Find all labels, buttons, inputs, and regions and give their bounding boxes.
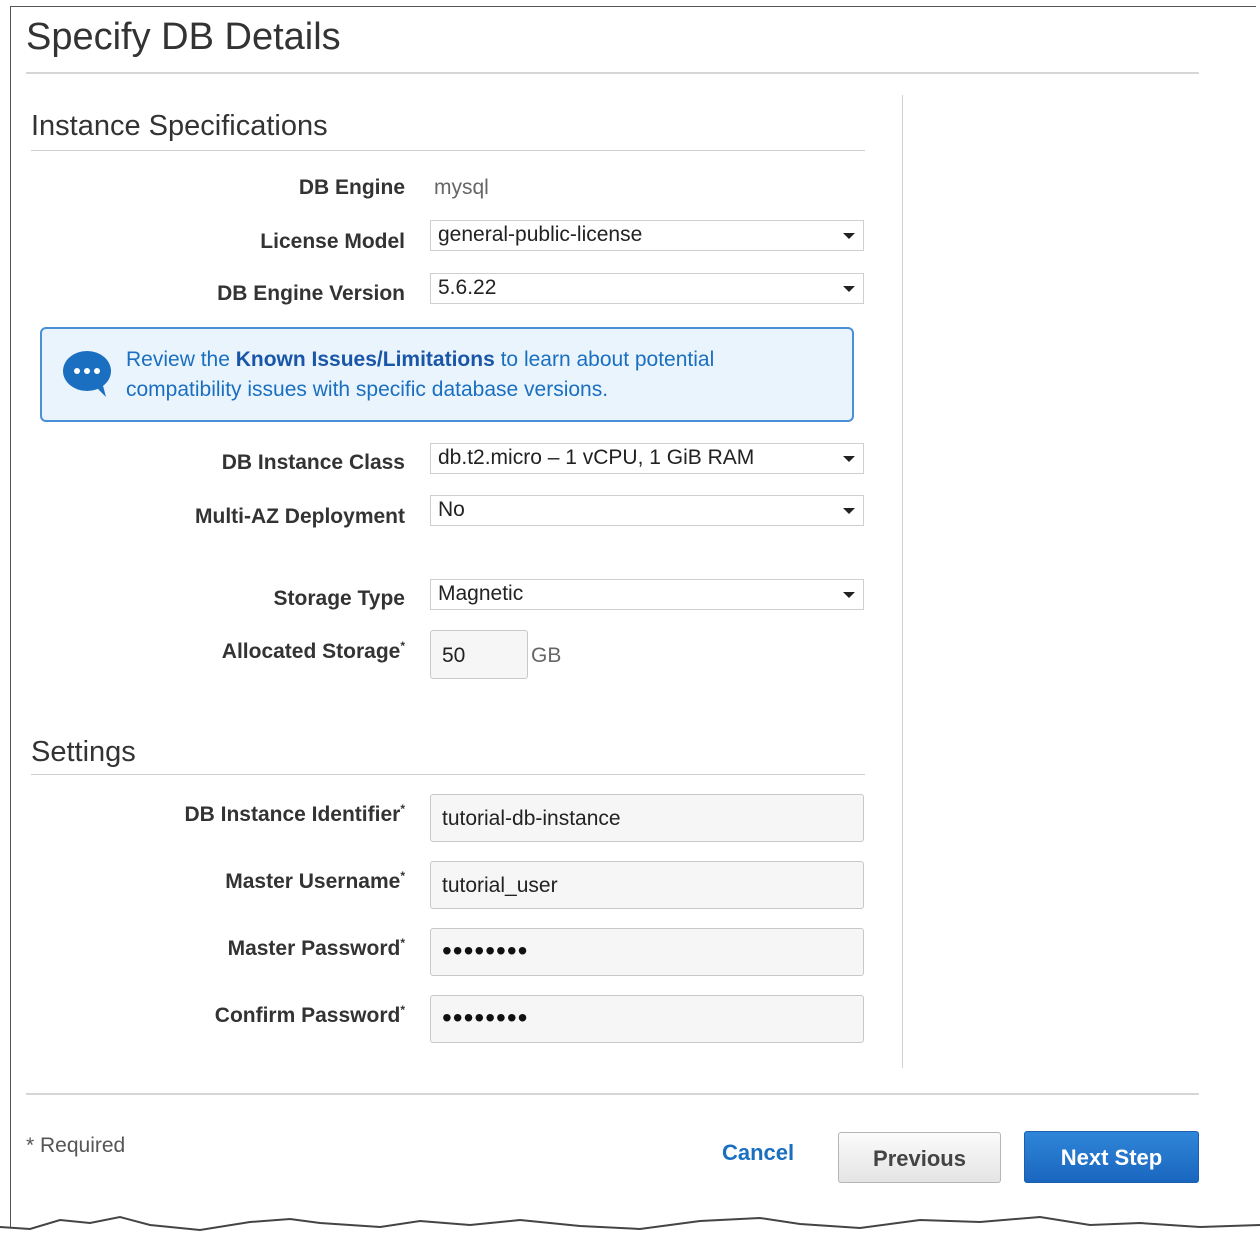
master-password-input[interactable]: •••••••• (430, 928, 864, 976)
section-title-instance-specifications: Instance Specifications (31, 110, 328, 142)
db-instance-class-label: DB Instance Class (221, 451, 405, 474)
previous-button[interactable]: Previous (838, 1132, 1001, 1183)
known-issues-link[interactable]: Known Issues/Limitations (236, 348, 495, 371)
license-model-select[interactable]: general-public-license (430, 220, 864, 251)
caret-down-icon (843, 286, 855, 292)
section-title-settings: Settings (31, 736, 136, 768)
master-username-input[interactable]: tutorial_user (430, 861, 864, 909)
section-divider (31, 774, 865, 775)
caret-down-icon (843, 592, 855, 598)
license-model-label: License Model (260, 230, 405, 253)
caret-down-icon (843, 456, 855, 462)
storage-type-label: Storage Type (273, 587, 405, 610)
alert-text: Review the Known Issues/Limitations to l… (126, 345, 826, 405)
db-instance-identifier-input[interactable]: tutorial-db-instance (430, 794, 864, 842)
master-username-value: tutorial_user (442, 874, 558, 897)
master-password-label: Master Password* (227, 936, 405, 960)
allocated-storage-label-text: Allocated Storage (221, 640, 401, 663)
torn-edge (0, 1215, 1260, 1233)
section-divider (31, 150, 865, 151)
known-issues-alert: Review the Known Issues/Limitations to l… (40, 327, 854, 422)
caret-down-icon (843, 508, 855, 514)
db-instance-identifier-label: DB Instance Identifier* (184, 802, 405, 826)
page-frame (10, 6, 1256, 1229)
confirm-password-input[interactable]: •••••••• (430, 995, 864, 1043)
page-title: Specify DB Details (26, 16, 341, 58)
caret-down-icon (843, 233, 855, 239)
storage-unit: GB (531, 644, 562, 667)
master-username-label-text: Master Username (225, 870, 401, 893)
multi-az-label: Multi-AZ Deployment (195, 505, 405, 528)
master-username-label: Master Username* (225, 869, 405, 893)
allocated-storage-input[interactable]: 50 (430, 630, 528, 679)
db-instance-identifier-value: tutorial-db-instance (442, 807, 621, 830)
multi-az-select[interactable]: No (430, 495, 864, 526)
title-divider (26, 72, 1199, 74)
next-step-button[interactable]: Next Step (1024, 1131, 1199, 1183)
db-instance-class-select[interactable]: db.t2.micro – 1 vCPU, 1 GiB RAM (430, 443, 864, 474)
allocated-storage-label: Allocated Storage* (221, 639, 405, 663)
confirm-password-value: •••••••• (442, 1002, 529, 1033)
db-engine-value: mysql (434, 176, 489, 199)
confirm-password-label-text: Confirm Password (214, 1004, 401, 1027)
required-note: * Required (26, 1134, 126, 1157)
cancel-button[interactable]: Cancel (722, 1140, 794, 1166)
multi-az-value: No (438, 498, 465, 521)
speech-bubble-icon (63, 351, 111, 397)
db-engine-version-select[interactable]: 5.6.22 (430, 273, 864, 304)
db-engine-version-label: DB Engine Version (217, 282, 405, 305)
storage-type-select[interactable]: Magnetic (430, 579, 864, 610)
db-engine-version-value: 5.6.22 (438, 276, 497, 299)
alert-prefix: Review the (126, 348, 236, 371)
vertical-divider (902, 95, 903, 1068)
db-instance-class-value: db.t2.micro – 1 vCPU, 1 GiB RAM (438, 446, 755, 469)
db-engine-label: DB Engine (298, 176, 405, 199)
db-instance-identifier-label-text: DB Instance Identifier (184, 803, 401, 826)
allocated-storage-value: 50 (442, 644, 466, 667)
master-password-label-text: Master Password (227, 937, 401, 960)
license-model-value: general-public-license (438, 223, 643, 246)
confirm-password-label: Confirm Password* (214, 1003, 405, 1027)
master-password-value: •••••••• (442, 935, 529, 966)
footer-divider (26, 1093, 1199, 1095)
storage-type-value: Magnetic (438, 582, 524, 605)
